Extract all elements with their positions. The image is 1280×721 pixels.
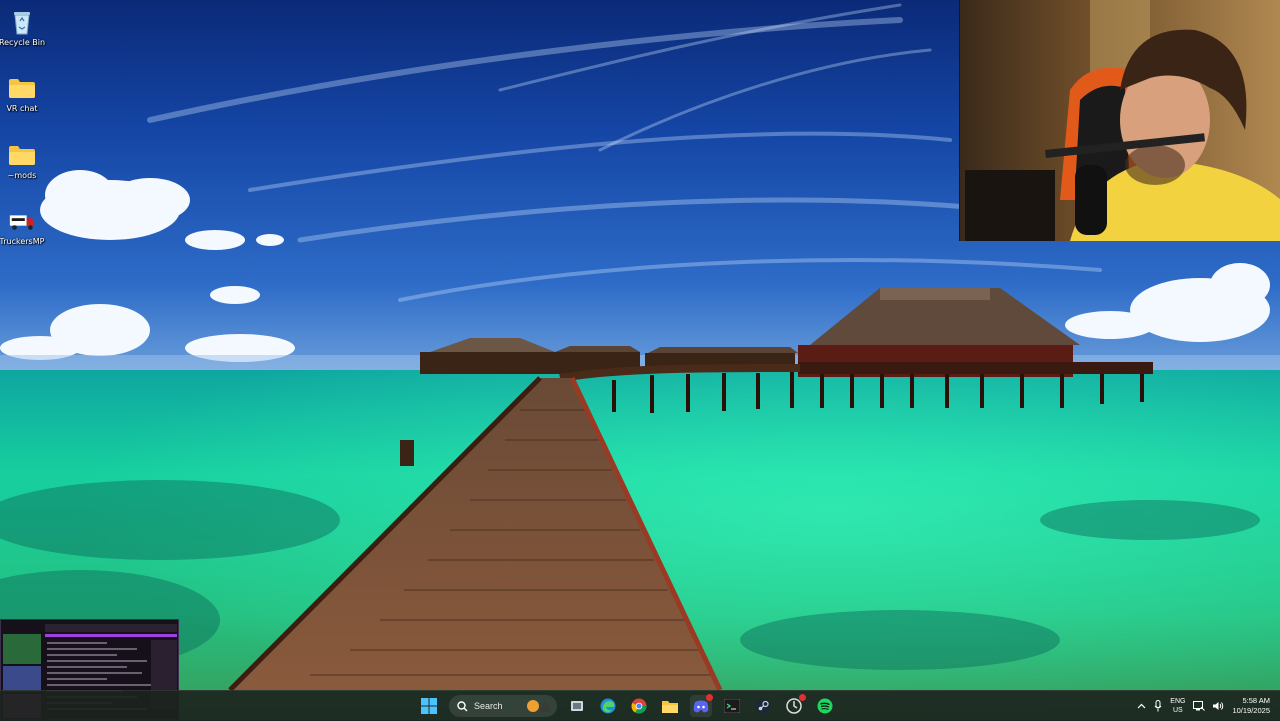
search-box[interactable]: Search — [449, 695, 557, 717]
file-explorer-icon[interactable] — [659, 695, 681, 717]
microphone-icon[interactable] — [1154, 700, 1162, 712]
spotify-icon[interactable] — [814, 695, 836, 717]
windows-start-icon[interactable] — [418, 695, 440, 717]
discord-icon[interactable] — [690, 694, 713, 717]
desktop-icon-mods[interactable]: ~mods — [0, 141, 44, 180]
recycle-bin-icon — [8, 8, 36, 36]
network-icon — [1193, 701, 1206, 711]
taskbar-pinned: Search — [418, 691, 836, 721]
region-code: US — [1173, 707, 1183, 714]
chevron-up-icon[interactable] — [1137, 703, 1146, 709]
webcam-feed — [960, 0, 1280, 241]
clock[interactable]: 5:58 AM 10/19/2025 — [1232, 696, 1270, 716]
taskbar: Search ENG US 5:58 AM 10/19/2025 — [0, 690, 1280, 721]
desktop-icon-label: ~mods — [7, 171, 37, 180]
language-indicator[interactable]: ENG US — [1170, 697, 1185, 715]
folder-icon — [8, 141, 36, 169]
task-view-icon[interactable] — [566, 695, 588, 717]
search-icon — [457, 700, 468, 711]
folder-icon — [8, 74, 36, 102]
terminal-icon[interactable] — [721, 695, 743, 717]
truckersmp-icon — [8, 207, 36, 235]
desktop-icon-truckersmp[interactable]: TruckersMP — [0, 207, 44, 246]
steam-icon[interactable] — [752, 695, 774, 717]
desktop-icon-label: TruckersMP — [0, 237, 45, 246]
desktop-icon-label: VR chat — [6, 104, 38, 113]
language-code: ENG — [1170, 698, 1186, 705]
system-tray: ENG US 5:58 AM 10/19/2025 — [1137, 691, 1270, 721]
clock-time: 5:58 AM — [1242, 696, 1270, 705]
webcam-overlay — [959, 0, 1280, 241]
search-label: Search — [474, 701, 503, 711]
quick-settings[interactable] — [1193, 701, 1224, 711]
notification-badge — [799, 694, 806, 701]
volume-icon — [1213, 702, 1224, 710]
notification-badge — [706, 694, 713, 701]
desktop-icon-label: Recycle Bin — [0, 38, 46, 47]
search-highlight-icon — [527, 700, 551, 712]
app-icon[interactable] — [783, 694, 806, 717]
clock-date: 10/19/2025 — [1232, 706, 1270, 715]
desktop-icon-recycle-bin[interactable]: Recycle Bin — [0, 8, 45, 47]
desktop-icon-vr-chat[interactable]: VR chat — [0, 74, 44, 113]
chrome-icon[interactable] — [628, 695, 650, 717]
edge-icon[interactable] — [597, 695, 619, 717]
